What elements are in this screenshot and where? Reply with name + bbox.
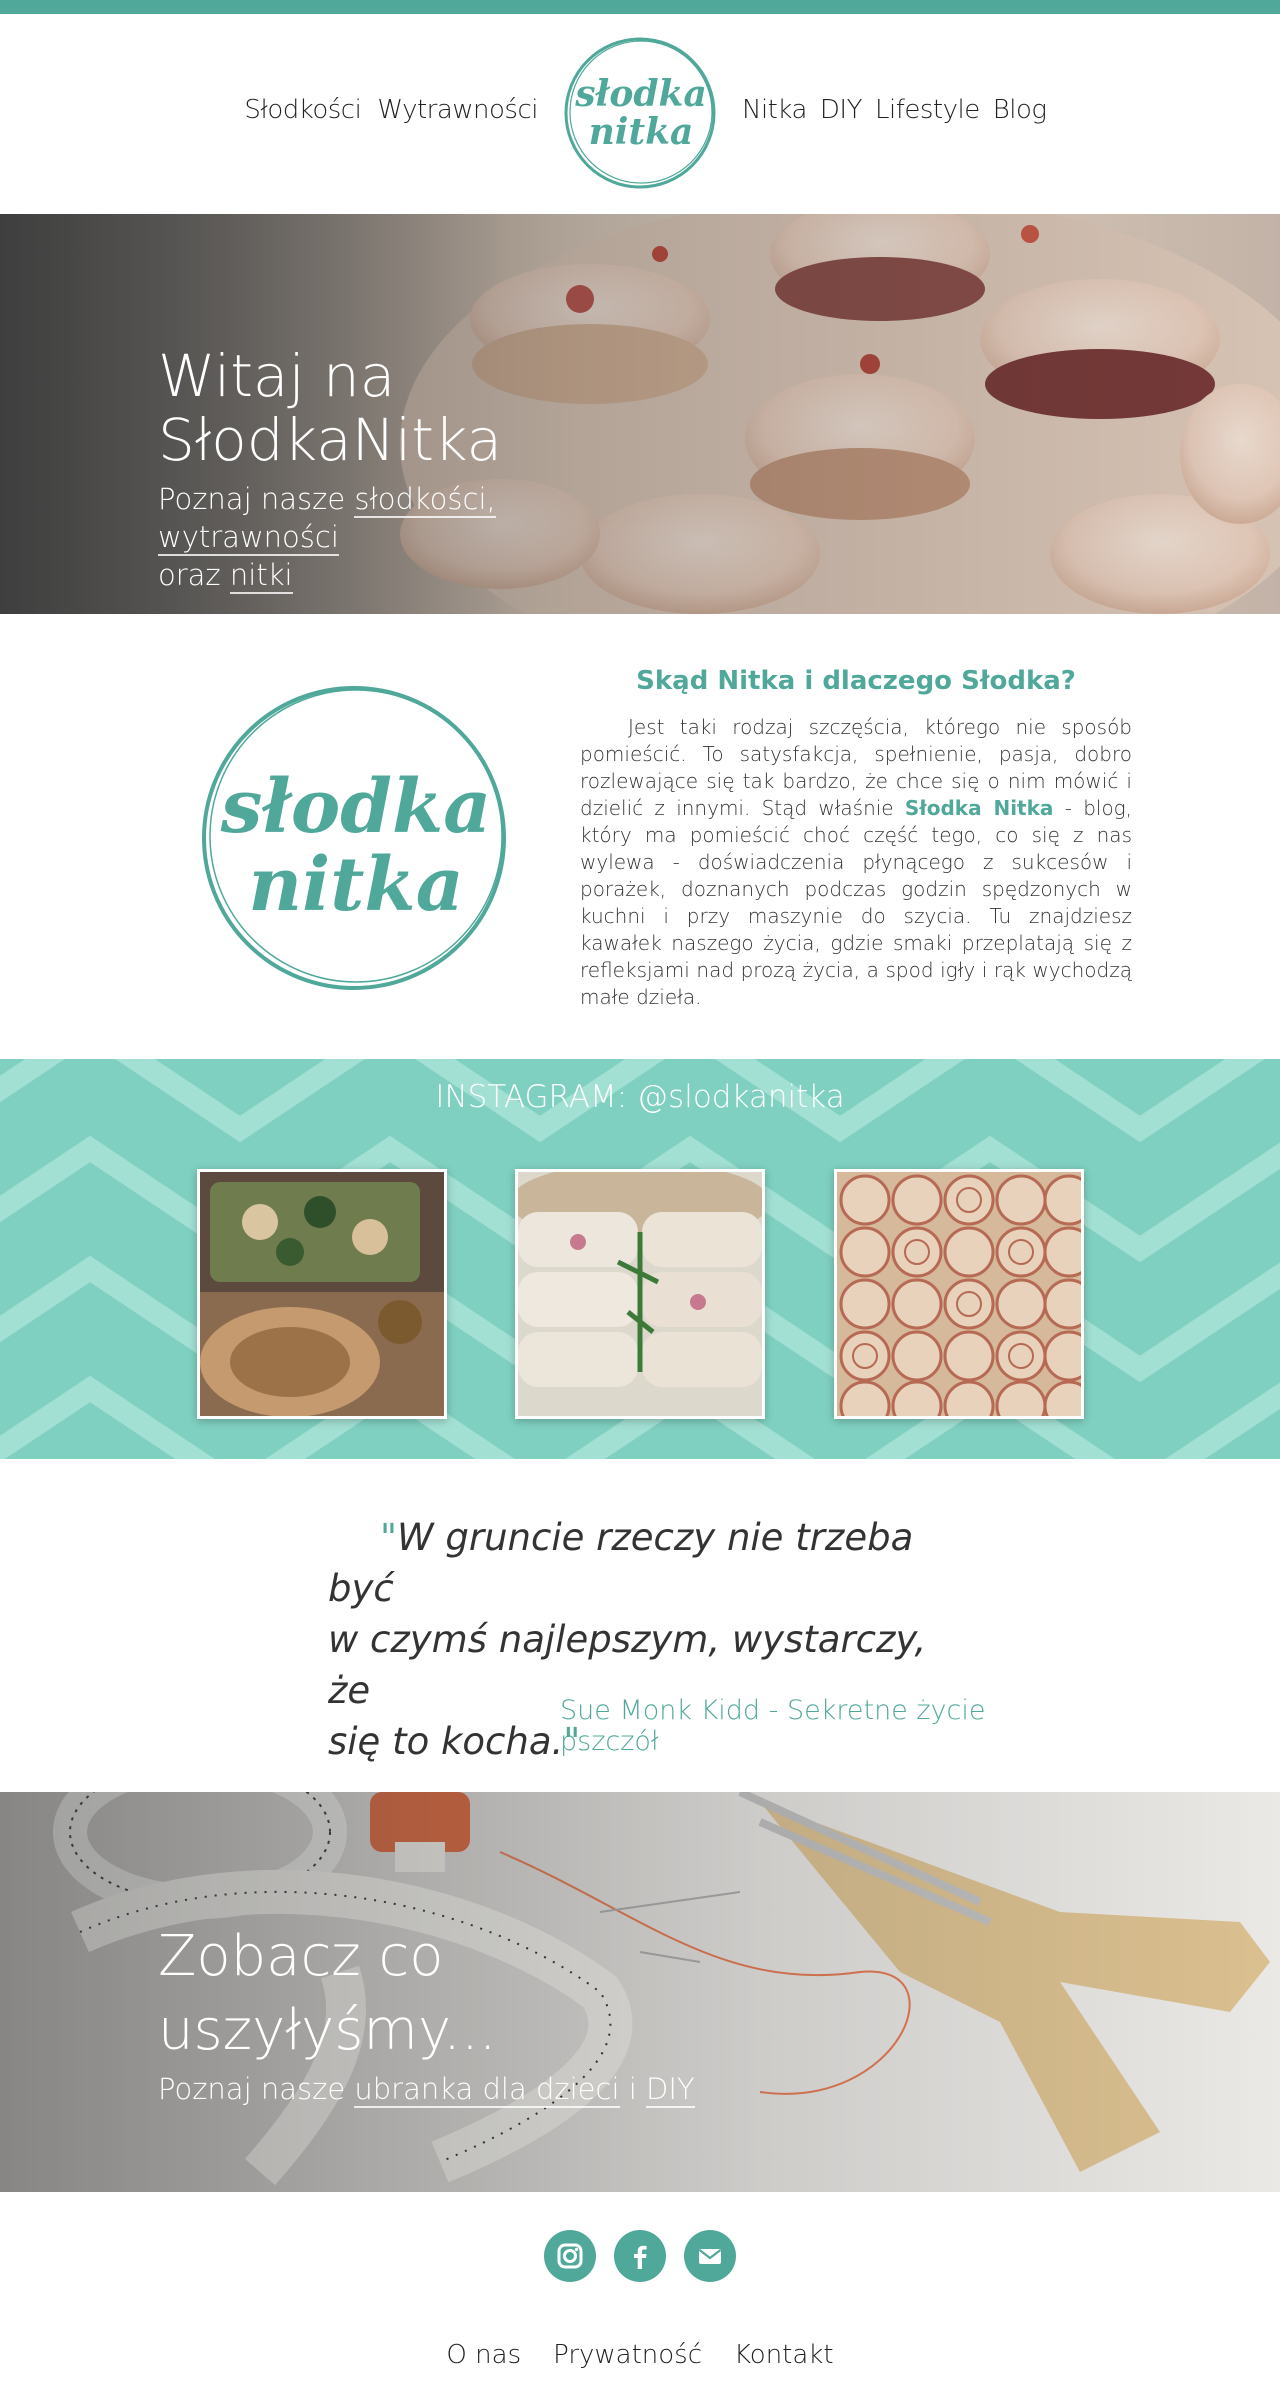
hero-link-wytrawnosci[interactable]: wytrawności xyxy=(158,520,339,556)
instagram-photo-cinnamon-rolls[interactable] xyxy=(834,1169,1084,1419)
nav-link-diy[interactable]: DIY xyxy=(820,95,863,125)
hero-text: Witaj na SłodkaNitka Poznaj nasze słodko… xyxy=(158,344,658,594)
about-title: Skąd Nitka i dlaczego Słodka? xyxy=(636,666,1076,696)
nav-link-wytrawnosci[interactable]: Wytrawności xyxy=(377,95,538,125)
nav-link-lifestyle[interactable]: Lifestyle xyxy=(875,95,980,125)
about-logo: słodka nitka xyxy=(198,682,510,994)
about-section: słodka nitka Skąd Nitka i dlaczego Słodk… xyxy=(0,614,1280,1059)
instagram-section: INSTAGRAM: @slodkanitka xyxy=(0,1059,1280,1459)
instagram-photo-spring-rolls[interactable] xyxy=(515,1169,765,1419)
site-footer: O nas Prywatność Kontakt xyxy=(0,2192,1280,2392)
hero-link-nitki[interactable]: nitki xyxy=(229,558,293,594)
logo-line2: nitka xyxy=(589,111,694,153)
footer-link-o-nas[interactable]: O nas xyxy=(446,2340,521,2370)
sewing-sub-i: i xyxy=(628,2072,637,2106)
hero-sub-prefix: Poznaj nasze xyxy=(158,482,346,516)
hero-title: Witaj na SłodkaNitka xyxy=(158,342,503,474)
nav-link-nitka[interactable]: Nitka xyxy=(742,95,807,125)
hero-banner: Witaj na SłodkaNitka Poznaj nasze słodko… xyxy=(0,214,1280,614)
footer-link-kontakt[interactable]: Kontakt xyxy=(734,2340,834,2370)
about-brand: Słodka Nitka xyxy=(904,796,1054,820)
instagram-title: INSTAGRAM: @slodkanitka xyxy=(435,1079,845,1115)
about-logo-line1: słodka xyxy=(220,764,491,850)
instagram-photo-salad[interactable] xyxy=(197,1169,447,1419)
footer-nav: O nas Prywatność Kontakt xyxy=(0,2340,1280,2370)
sewing-link-diy[interactable]: DIY xyxy=(646,2072,695,2108)
quote-section: "W gruncie rzeczy nie trzeba być w czymś… xyxy=(0,1459,1280,1792)
sewing-title: Zobacz co uszyłyśmy... xyxy=(158,1924,497,2063)
facebook-icon[interactable] xyxy=(614,2230,666,2282)
hero-sub-oraz: oraz xyxy=(158,558,221,592)
nav-link-blog[interactable]: Blog xyxy=(993,95,1047,125)
hero-link-slodkosci[interactable]: słodkości, xyxy=(354,482,496,518)
site-logo[interactable]: słodka nitka xyxy=(561,34,719,192)
about-text-after: - blog, który ma pomieścić choć część te… xyxy=(580,796,1133,1009)
sewing-banner: Zobacz co uszyłyśmy... Poznaj nasze ubra… xyxy=(0,1792,1280,2192)
footer-link-prywatnosc[interactable]: Prywatność xyxy=(553,2340,702,2370)
sewing-subtitle: Poznaj nasze ubranka dla dzieci i DIY xyxy=(158,2072,718,2108)
quote-author: Sue Monk Kidd - Sekretne życie pszczół xyxy=(560,1695,986,1757)
mail-icon[interactable] xyxy=(684,2230,736,2282)
quote-line1: W gruncie rzeczy nie trzeba być xyxy=(328,1516,914,1610)
sewing-text: Zobacz co uszyłyśmy... Poznaj nasze ubra… xyxy=(158,1920,718,2108)
quote-open-mark: " xyxy=(380,1516,398,1559)
logo-line1: słodka xyxy=(574,73,707,115)
top-accent-bar xyxy=(0,0,1280,14)
nav-right: Nitka DIY Lifestyle Blog xyxy=(742,95,1047,125)
about-logo-line2: nitka xyxy=(248,842,463,928)
instagram-icon[interactable] xyxy=(544,2230,596,2282)
sewing-link-clothes[interactable]: ubranka dla dzieci xyxy=(354,2072,620,2108)
about-text: Jest taki rodzaj szczęścia, którego nie … xyxy=(580,714,1132,1011)
site-header: Słodkości Wytrawności słodka nitka Nitka… xyxy=(0,14,1280,214)
nav-link-slodkosci[interactable]: Słodkości xyxy=(244,95,361,125)
nav-left: Słodkości Wytrawności xyxy=(244,95,538,125)
hero-subtitle: Poznaj nasze słodkości, wytrawności oraz… xyxy=(158,480,658,594)
sewing-sub-prefix: Poznaj nasze xyxy=(158,2072,346,2106)
quote-line3: się to kocha. xyxy=(328,1720,564,1763)
